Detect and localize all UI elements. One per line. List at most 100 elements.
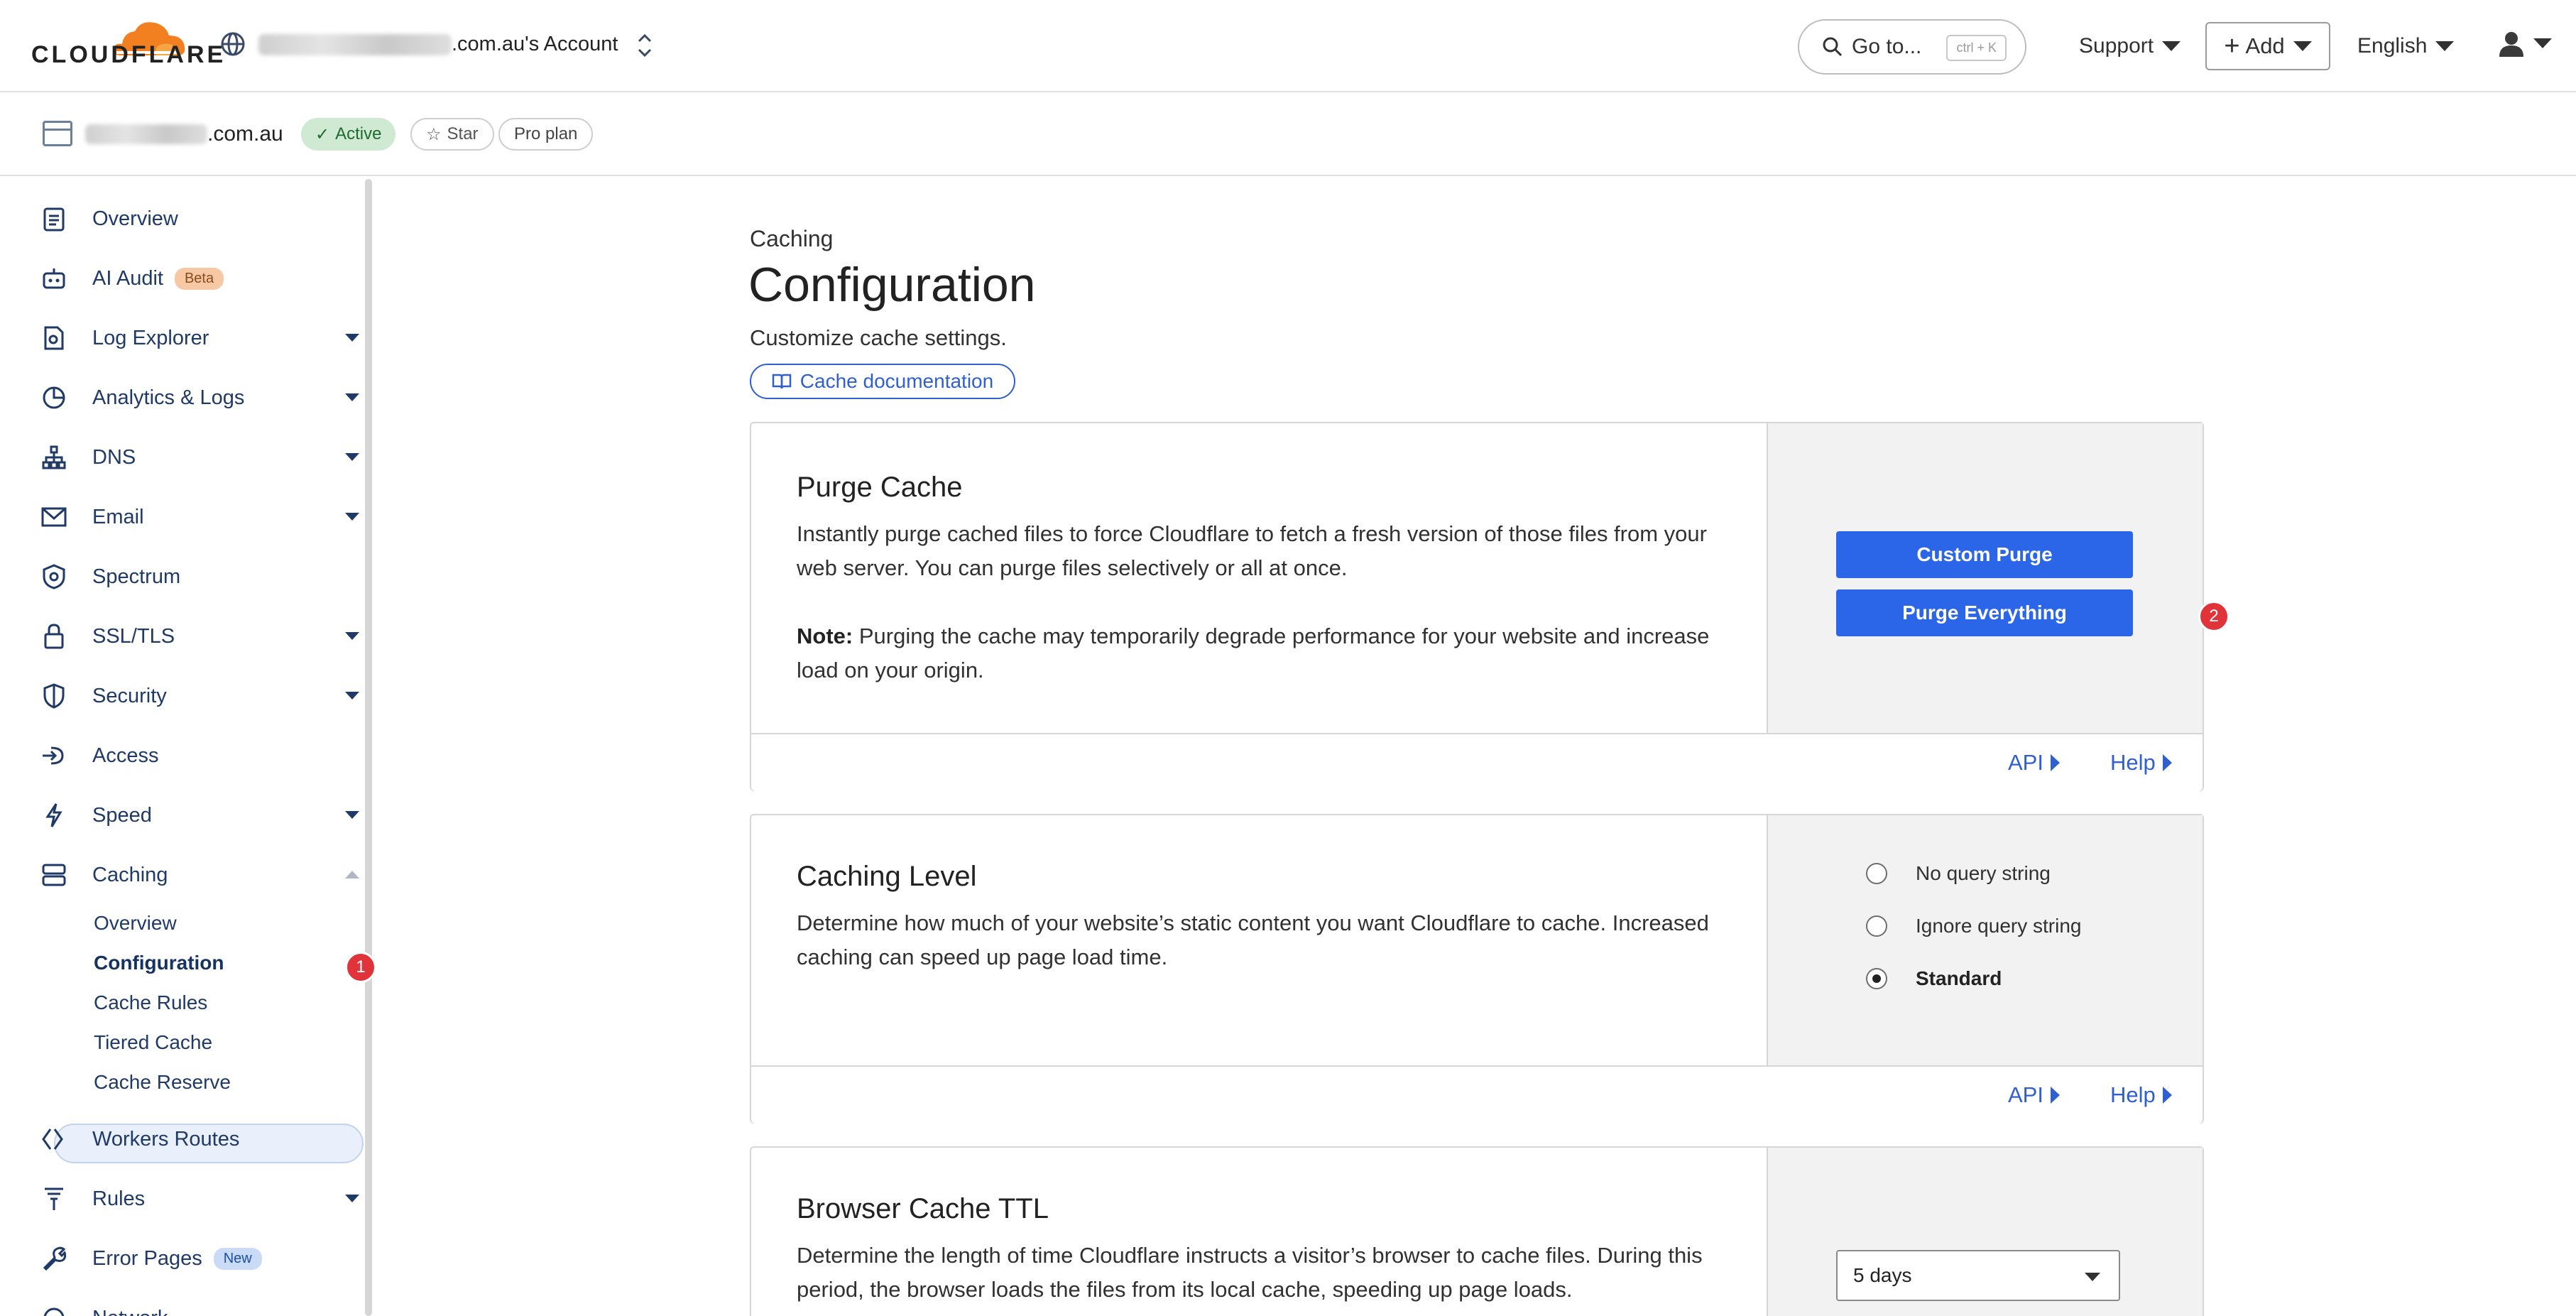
sidebar: Overview AI Audit Beta Log Explorer Anal… (0, 178, 383, 1316)
radio-button-selected[interactable] (1866, 968, 1887, 989)
api-link-label: API (2008, 750, 2043, 775)
user-menu[interactable] (2498, 30, 2552, 57)
caret-down-icon (2085, 1273, 2100, 1281)
sidebar-item-spectrum[interactable]: Spectrum (40, 557, 359, 597)
sidebar-item-log-explorer[interactable]: Log Explorer (40, 318, 359, 358)
support-label: Support (2079, 34, 2154, 58)
sidebar-subitem-cache-rules[interactable]: Cache Rules (94, 991, 207, 1014)
caret-down-icon (2435, 41, 2455, 51)
caret-up-icon (345, 871, 359, 879)
goto-label: Go to... (1852, 35, 1922, 58)
select-value: 5 days (1853, 1264, 1912, 1286)
sidebar-item-label: DNS (92, 445, 136, 469)
radio-label: No query string (1916, 862, 2051, 884)
sidebar-item-rules[interactable]: Rules (40, 1179, 359, 1219)
star-button[interactable]: ☆ Star (410, 118, 494, 151)
breadcrumb: Caching (750, 226, 834, 251)
sidebar-item-workers-routes[interactable]: Workers Routes (40, 1119, 359, 1159)
redacted-account-name (258, 33, 452, 55)
plan-badge[interactable]: Pro plan (498, 118, 594, 151)
custom-purge-button[interactable]: Custom Purge (1836, 531, 2133, 578)
api-link[interactable]: API (2008, 750, 2060, 776)
goto-search-button[interactable]: Go to... ctrl + K (1798, 19, 2026, 75)
caret-down-icon (345, 453, 359, 461)
support-menu[interactable]: Support (2079, 34, 2181, 58)
sidebar-item-email[interactable]: Email (40, 497, 359, 537)
caching-level-description-panel: Caching Level Determine how much of your… (751, 815, 1768, 1065)
account-switcher[interactable]: .com.au's Account (258, 33, 618, 56)
cache-documentation-link[interactable]: Cache documentation (750, 364, 1015, 399)
sidebar-subitem-tiered-cache[interactable]: Tiered Cache (94, 1031, 212, 1054)
lightning-icon (40, 801, 68, 830)
browser-cache-ttl-select[interactable]: 5 days (1836, 1250, 2120, 1301)
sidebar-item-ssl-tls[interactable]: SSL/TLS (40, 616, 359, 656)
page-subtitle: Customize cache settings. (750, 325, 1007, 350)
network-icon (40, 443, 68, 472)
api-link[interactable]: API (2008, 1082, 2060, 1108)
sidebar-item-security[interactable]: Security (40, 676, 359, 716)
sidebar-scrollbar[interactable] (365, 179, 372, 1316)
sidebar-item-label: Error Pages (92, 1246, 202, 1270)
radio-button[interactable] (1866, 863, 1887, 884)
sidebar-item-dns[interactable]: DNS (40, 437, 359, 477)
zone-bar: .com.au ✓ Active ☆ Star Pro plan (0, 92, 2576, 176)
caret-down-icon (345, 513, 359, 521)
caret-down-icon (345, 632, 359, 640)
purge-cache-description-panel: Purge Cache Instantly purge cached files… (751, 423, 1768, 733)
sidebar-subitem-configuration[interactable]: Configuration (94, 952, 224, 974)
sidebar-item-label: Access (92, 744, 159, 767)
caret-right-icon (2050, 754, 2060, 771)
caret-down-icon (345, 811, 359, 819)
beta-badge: Beta (174, 267, 224, 290)
browser-cache-ttl-description-panel: Browser Cache TTL Determine the length o… (751, 1148, 1768, 1316)
sidebar-item-label: Speed (92, 803, 152, 827)
browser-cache-ttl-control-panel: 5 days (1768, 1148, 2203, 1316)
sidebar-item-label: Email (92, 505, 144, 528)
globe-icon (221, 32, 245, 56)
sidebar-item-speed[interactable]: Speed (40, 795, 359, 835)
sidebar-item-ai-audit[interactable]: AI Audit Beta (40, 259, 359, 298)
chevron-up-down-icon[interactable] (635, 31, 655, 60)
workers-icon (40, 1125, 68, 1153)
caret-down-icon (345, 393, 359, 401)
caret-right-icon (2162, 754, 2172, 771)
status-badge: ✓ Active (301, 118, 396, 151)
envelope-icon (40, 503, 68, 531)
language-menu[interactable]: English (2357, 34, 2455, 58)
purge-cache-action-panel: Custom Purge Purge Everything 2 (1768, 423, 2230, 733)
sidebar-item-error-pages[interactable]: Error Pages New (40, 1239, 359, 1278)
help-link-label: Help (2110, 750, 2156, 775)
sidebar-item-label: Log Explorer (92, 326, 209, 349)
purge-cache-note: Note: Purging the cache may temporarily … (797, 619, 1741, 687)
caret-down-icon (2162, 41, 2181, 51)
sidebar-subitem-caching-overview[interactable]: Overview (94, 912, 177, 935)
radio-ignore-query-string[interactable]: Ignore query string (1866, 915, 2081, 937)
caching-level-card: Caching Level Determine how much of your… (750, 814, 2204, 1124)
server-stack-icon (40, 861, 68, 889)
radio-button[interactable] (1866, 915, 1887, 937)
help-link[interactable]: Help (2110, 750, 2172, 776)
sidebar-subitem-cache-reserve[interactable]: Cache Reserve (94, 1071, 231, 1094)
caret-down-icon (2533, 38, 2552, 48)
sidebar-item-label: Overview (92, 207, 178, 230)
help-link[interactable]: Help (2110, 1082, 2172, 1108)
radio-standard[interactable]: Standard (1866, 967, 2002, 990)
robot-icon (40, 264, 68, 293)
add-button[interactable]: + Add (2205, 22, 2330, 70)
sidebar-item-access[interactable]: Access (40, 736, 359, 776)
radio-no-query-string[interactable]: No query string (1866, 862, 2051, 885)
radio-label: Standard (1916, 967, 2002, 989)
browser-cache-ttl-card: Browser Cache TTL Determine the length o… (750, 1146, 2204, 1316)
sidebar-item-analytics-logs[interactable]: Analytics & Logs (40, 378, 359, 418)
sidebar-item-network[interactable]: Network (40, 1298, 359, 1316)
caret-down-icon (2293, 41, 2312, 51)
sidebar-item-label: Caching (92, 863, 168, 886)
purge-everything-button[interactable]: Purge Everything (1836, 589, 2133, 636)
radio-label: Ignore query string (1916, 915, 2082, 937)
purge-cache-footer: API Help (751, 733, 2203, 791)
sidebar-item-caching[interactable]: Caching (40, 855, 359, 895)
sidebar-item-overview[interactable]: Overview (40, 199, 359, 239)
browser-cache-ttl-heading: Browser Cache TTL (797, 1193, 1049, 1224)
purge-cache-heading: Purge Cache (797, 472, 963, 503)
sidebar-item-label: Analytics & Logs (92, 386, 245, 409)
